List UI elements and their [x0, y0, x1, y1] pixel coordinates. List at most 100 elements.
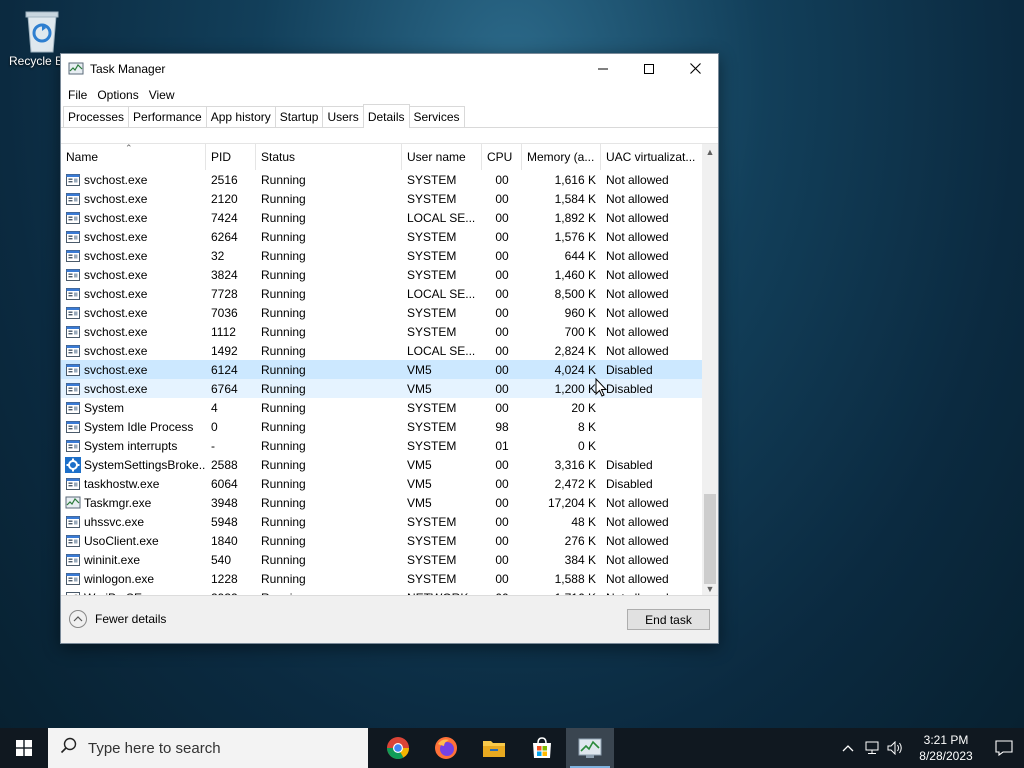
- process-icon: [65, 305, 81, 321]
- table-row[interactable]: svchost.exe 1492 Running LOCAL SE... 00 2,824…: [61, 341, 702, 360]
- pid-cell: 6064: [211, 476, 238, 491]
- column-header-user-name[interactable]: User name: [402, 144, 482, 170]
- table-row[interactable]: Taskmgr.exe 3948 Running VM5 00 17,204 K Not a…: [61, 493, 702, 512]
- pid-cell: 7424: [211, 210, 238, 225]
- scrollbar-thumb[interactable]: [704, 494, 716, 584]
- table-row[interactable]: svchost.exe 7036 Running SYSTEM 00 960 K Not a…: [61, 303, 702, 322]
- memory-cell: 1,588 K: [554, 571, 596, 586]
- network-icon[interactable]: [860, 741, 884, 755]
- table-row[interactable]: svchost.exe 7424 Running LOCAL SE... 00 1,892…: [61, 208, 702, 227]
- end-task-button[interactable]: End task: [627, 609, 710, 630]
- table-row[interactable]: svchost.exe 32 Running SYSTEM 00 644 K Not all…: [61, 246, 702, 265]
- table-row[interactable]: winlogon.exe 1228 Running SYSTEM 00 1,588 K No…: [61, 569, 702, 588]
- memory-cell: 1,460 K: [554, 267, 596, 282]
- user-name-cell: SYSTEM: [407, 229, 457, 244]
- process-name: taskhostw.exe: [84, 476, 160, 491]
- uac-virtualization-cell: Not allowed: [606, 172, 669, 187]
- tab-performance[interactable]: Performance: [128, 106, 207, 127]
- table-row[interactable]: uhssvc.exe 5948 Running SYSTEM 00 48 K Not all…: [61, 512, 702, 531]
- status-cell: Running: [261, 343, 306, 358]
- tab-details[interactable]: Details: [362, 104, 410, 128]
- tab-processes[interactable]: Processes: [63, 106, 130, 127]
- pid-cell: 1492: [211, 343, 238, 358]
- user-name-cell: SYSTEM: [407, 533, 457, 548]
- notifications-button[interactable]: [984, 740, 1024, 756]
- process-name-cell: svchost.exe: [61, 381, 206, 397]
- memory-cell: 276 K: [564, 533, 596, 548]
- table-row[interactable]: System Idle Process 0 Running SYSTEM 98 8 K: [61, 417, 702, 436]
- column-header-name[interactable]: ⌃ Name: [61, 144, 206, 170]
- status-cell: Running: [261, 229, 306, 244]
- table-row[interactable]: UsoClient.exe 1840 Running SYSTEM 00 276 K Not…: [61, 531, 702, 550]
- process-name: svchost.exe: [84, 343, 148, 358]
- taskbar-search-box[interactable]: Type here to search: [48, 728, 368, 768]
- taskbar-clock[interactable]: 3:21 PM 8/28/2023: [908, 732, 984, 764]
- firefox-icon[interactable]: [422, 728, 470, 768]
- table-row[interactable]: svchost.exe 6124 Running VM5 00 4,024 K Disabl…: [61, 360, 702, 379]
- task-manager-icon: [65, 495, 81, 511]
- maximize-button[interactable]: [626, 54, 672, 83]
- process-name-cell: wininit.exe: [61, 552, 206, 568]
- table-row[interactable]: taskhostw.exe 6064 Running VM5 00 2,472 K Disa…: [61, 474, 702, 493]
- chrome-icon[interactable]: [374, 728, 422, 768]
- fewer-details-button[interactable]: Fewer details: [69, 610, 166, 628]
- memory-cell: 644 K: [564, 248, 596, 263]
- start-button[interactable]: [0, 728, 48, 768]
- memory-cell: 17,204 K: [547, 495, 596, 510]
- table-row[interactable]: svchost.exe 3824 Running SYSTEM 00 1,460 K Not…: [61, 265, 702, 284]
- cpu-cell: 00: [495, 229, 509, 244]
- process-icon: [65, 476, 81, 492]
- table-row[interactable]: svchost.exe 7728 Running LOCAL SE... 00 8,500…: [61, 284, 702, 303]
- tab-startup[interactable]: Startup: [274, 106, 324, 127]
- file-explorer-icon[interactable]: [470, 728, 518, 768]
- column-header-uac-virtualization[interactable]: UAC virtualizat...: [601, 144, 702, 170]
- column-header-pid[interactable]: PID: [206, 144, 256, 170]
- cpu-cell: 00: [495, 191, 509, 206]
- menu-view[interactable]: View: [144, 88, 180, 102]
- tab-users[interactable]: Users: [322, 106, 364, 127]
- process-name: svchost.exe: [84, 286, 148, 301]
- scroll-up-arrow-icon[interactable]: ▲: [702, 144, 718, 160]
- column-header-memory[interactable]: Memory (a...: [522, 144, 601, 170]
- process-icon: [65, 267, 81, 283]
- process-name-cell: svchost.exe: [61, 362, 206, 378]
- minimize-button[interactable]: [580, 54, 626, 83]
- tab-services[interactable]: Services: [408, 106, 465, 127]
- table-row[interactable]: svchost.exe 1112 Running SYSTEM 00 700 K Not a…: [61, 322, 702, 341]
- memory-cell: 48 K: [571, 514, 596, 529]
- process-name-cell: svchost.exe: [61, 286, 206, 302]
- show-hidden-icons-chevron-icon[interactable]: [836, 744, 860, 752]
- table-row[interactable]: SystemSettingsBroke... 2588 Running VM5 00 3,…: [61, 455, 702, 474]
- memory-cell: 1,200 K: [554, 381, 596, 396]
- pid-cell: 1840: [211, 533, 238, 548]
- vertical-scrollbar[interactable]: ▲ ▼: [702, 144, 718, 597]
- column-header-cpu[interactable]: CPU: [482, 144, 522, 170]
- process-name: svchost.exe: [84, 324, 148, 339]
- store-icon[interactable]: [518, 728, 566, 768]
- pid-cell: 4: [211, 400, 218, 415]
- table-row[interactable]: svchost.exe 2516 Running SYSTEM 00 1,616 K Not…: [61, 170, 702, 189]
- recycle-bin[interactable]: Recycle Bin: [8, 6, 72, 68]
- process-name-cell: svchost.exe: [61, 343, 206, 359]
- status-cell: Running: [261, 533, 306, 548]
- volume-icon[interactable]: [884, 741, 908, 755]
- title-bar[interactable]: Task Manager: [61, 54, 718, 84]
- task-manager-app-icon: [68, 61, 84, 77]
- table-row[interactable]: System interrupts - Running SYSTEM 01 0 K: [61, 436, 702, 455]
- column-header-status[interactable]: Status: [256, 144, 402, 170]
- close-button[interactable]: [672, 54, 718, 83]
- tab-app-history[interactable]: App history: [205, 106, 276, 127]
- memory-cell: 384 K: [564, 552, 596, 567]
- menu-file[interactable]: File: [63, 88, 92, 102]
- user-name-cell: VM5: [407, 495, 432, 510]
- menu-options[interactable]: Options: [92, 88, 143, 102]
- uac-virtualization-cell: Not allowed: [606, 343, 669, 358]
- table-row[interactable]: svchost.exe 2120 Running SYSTEM 00 1,584 K Not…: [61, 189, 702, 208]
- table-row[interactable]: wininit.exe 540 Running SYSTEM 00 384 K Not al…: [61, 550, 702, 569]
- process-name: svchost.exe: [84, 229, 148, 244]
- process-name: System Idle Process: [84, 419, 194, 434]
- process-name-cell: svchost.exe: [61, 267, 206, 283]
- task-manager-icon[interactable]: [566, 728, 614, 768]
- table-row[interactable]: svchost.exe 6264 Running SYSTEM 00 1,576 K Not…: [61, 227, 702, 246]
- status-cell: Running: [261, 438, 306, 453]
